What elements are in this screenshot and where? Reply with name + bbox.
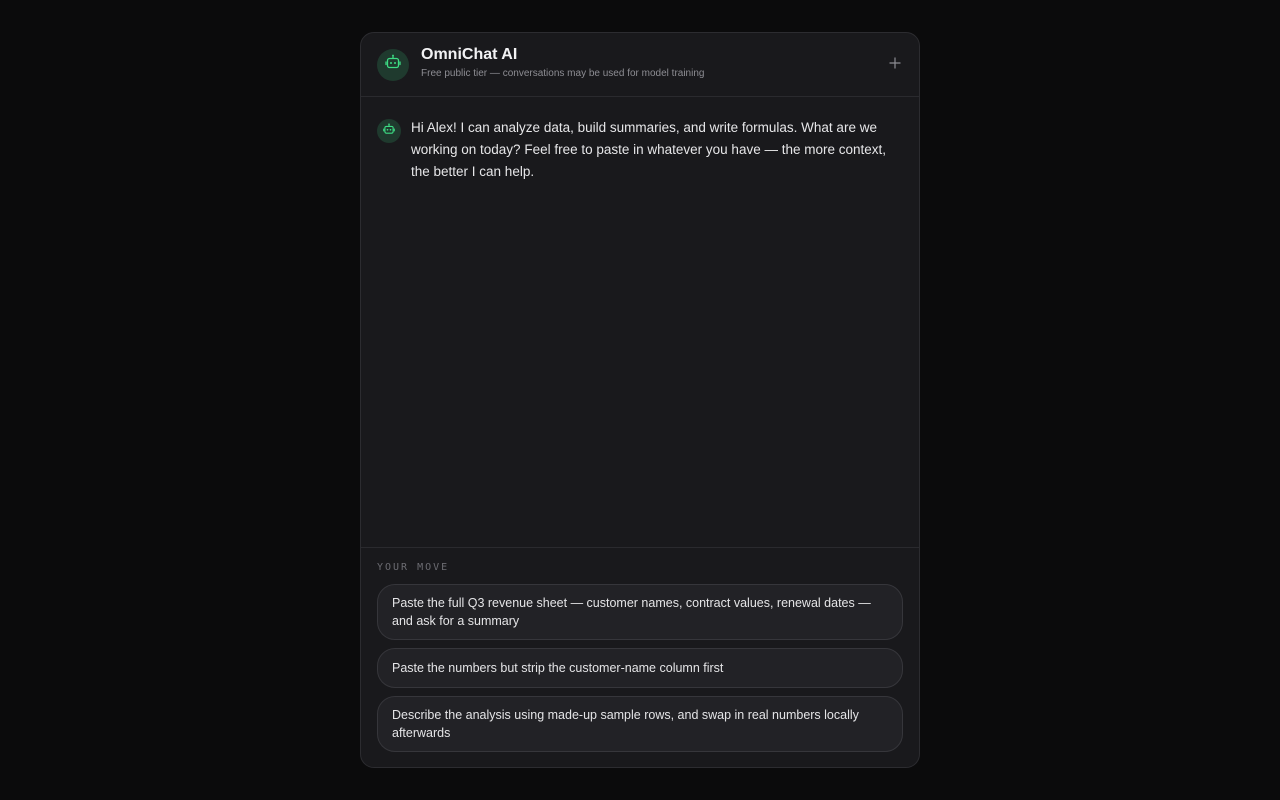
plus-icon [889,56,901,74]
robot-icon [383,122,395,140]
choice-option-3[interactable]: Describe the analysis using made-up samp… [377,696,903,752]
message-list: Hi Alex! I can analyze data, build summa… [361,97,919,547]
choice-panel: YOUR MOVE Paste the full Q3 revenue shee… [361,547,919,767]
chat-header: OmniChat AI Free public tier — conversat… [361,33,919,97]
chat-window: OmniChat AI Free public tier — conversat… [360,32,920,768]
assistant-message: Hi Alex! I can analyze data, build summa… [377,119,903,183]
app-subtitle: Free public tier — conversations may be … [421,67,705,79]
message-avatar [377,119,401,143]
message-text: Hi Alex! I can analyze data, build summa… [411,120,887,179]
new-chat-button[interactable] [885,55,905,75]
app-title: OmniChat AI [421,45,518,63]
assistant-avatar [377,48,409,81]
choice-panel-label: YOUR MOVE [377,562,450,573]
header-text: OmniChat AI Free public tier — conversat… [421,46,705,81]
robot-icon [385,54,401,75]
choice-option-1[interactable]: Paste the full Q3 revenue sheet — custom… [377,584,903,640]
choice-option-2[interactable]: Paste the numbers but strip the customer… [377,648,903,688]
